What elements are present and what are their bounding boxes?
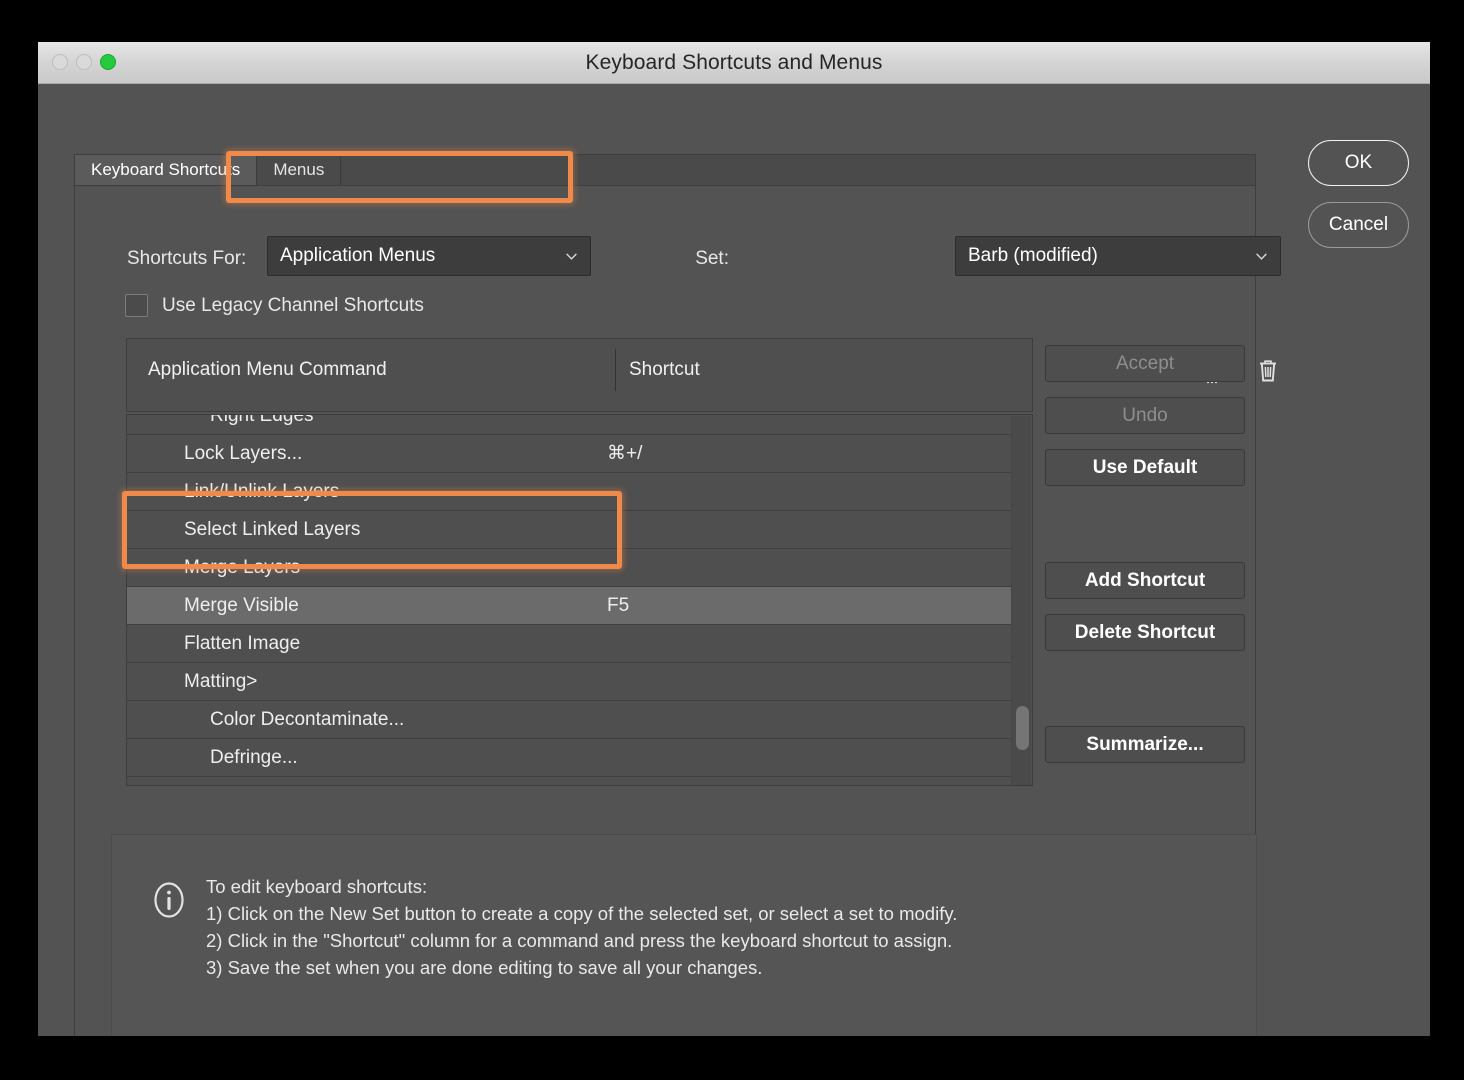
shortcut-list: Right Edges Lock Layers... ⌘+/ Link/Unlink … xyxy=(126,414,1033,786)
instruction-line: 1) Click on the New Set button to create… xyxy=(206,903,958,924)
close-button-icon[interactable] xyxy=(52,54,68,70)
tab-bar: Keyboard Shortcuts Menus xyxy=(74,154,1256,186)
table-row[interactable]: Right Edges xyxy=(127,414,1013,435)
command-cell: Merge Layers xyxy=(184,556,301,578)
command-cell: Right Edges xyxy=(210,414,314,426)
info-icon xyxy=(154,882,184,918)
use-default-button[interactable]: Use Default xyxy=(1045,449,1245,486)
table-row[interactable]: Lock Layers... ⌘+/ xyxy=(127,435,1013,473)
dialog-window: Keyboard Shortcuts and Menus Keyboard Sh… xyxy=(38,42,1430,1036)
command-cell: Select Linked Layers xyxy=(184,518,361,540)
column-header-shortcut[interactable]: Shortcut xyxy=(629,359,700,381)
shortcut-cell[interactable]: ⌘+/ xyxy=(607,442,642,465)
command-cell: Link/Unlink Layers xyxy=(184,480,340,502)
shortcut-list-body: Right Edges Lock Layers... ⌘+/ Link/Unlink … xyxy=(127,414,1013,777)
command-cell: Defringe... xyxy=(210,746,298,768)
table-row[interactable]: Link/Unlink Layers xyxy=(127,473,1013,511)
ok-button[interactable]: OK xyxy=(1308,140,1409,186)
instructions-text: To edit keyboard shortcuts: 1) Click on t… xyxy=(206,873,957,981)
delete-shortcut-button[interactable]: Delete Shortcut xyxy=(1045,614,1245,651)
add-shortcut-button[interactable]: Add Shortcut xyxy=(1045,562,1245,599)
zoom-button-icon[interactable] xyxy=(100,54,116,70)
list-scrollbar-track[interactable] xyxy=(1011,416,1031,785)
instructions-box: To edit keyboard shortcuts: 1) Click on t… xyxy=(111,834,1257,1036)
set-label: Set: xyxy=(695,248,729,269)
undo-button[interactable]: Undo xyxy=(1045,397,1245,434)
column-header-command[interactable]: Application Menu Command xyxy=(148,359,387,381)
screen: Keyboard Shortcuts and Menus Keyboard Sh… xyxy=(0,0,1464,1080)
window-title: Keyboard Shortcuts and Menus xyxy=(585,50,883,74)
chevron-down-icon xyxy=(1256,253,1267,260)
list-scrollbar-thumb[interactable] xyxy=(1016,706,1029,750)
table-row[interactable]: Merge Visible F5 xyxy=(127,587,1013,625)
command-cell: Lock Layers... xyxy=(184,442,303,464)
shortcuts-for-label: Shortcuts For: xyxy=(127,248,247,269)
dialog-body: Keyboard Shortcuts Menus Shortcuts For: … xyxy=(38,84,1430,1036)
table-row[interactable]: Flatten Image xyxy=(127,625,1013,663)
summarize-button[interactable]: Summarize... xyxy=(1045,726,1245,763)
table-row[interactable]: Color Decontaminate... xyxy=(127,701,1013,739)
command-cell: Flatten Image xyxy=(184,632,301,654)
delete-set-icon[interactable] xyxy=(1253,356,1283,386)
command-cell: Matting> xyxy=(184,670,258,692)
legacy-shortcuts-row[interactable]: Use Legacy Channel Shortcuts xyxy=(125,294,424,317)
instruction-line: 2) Click in the "Shortcut" column for a … xyxy=(206,930,953,951)
column-divider[interactable] xyxy=(615,349,616,391)
use-legacy-channel-shortcuts-label: Use Legacy Channel Shortcuts xyxy=(162,294,424,316)
tab-keyboard-shortcuts[interactable]: Keyboard Shortcuts xyxy=(75,155,258,185)
tab-menus[interactable]: Menus xyxy=(257,155,342,185)
table-header: Application Menu Command Shortcut xyxy=(126,338,1033,412)
shortcuts-for-dropdown[interactable]: Application Menus xyxy=(267,236,591,276)
keyboard-shortcuts-panel: Shortcuts For: Application Menus Set: Ba… xyxy=(74,186,1281,1036)
minimize-button-icon[interactable] xyxy=(76,54,92,70)
set-value: Barb (modified) xyxy=(968,245,1098,266)
shortcuts-for-value: Application Menus xyxy=(280,245,436,266)
window-titlebar: Keyboard Shortcuts and Menus xyxy=(38,42,1430,84)
traffic-light-group xyxy=(52,54,116,70)
table-row[interactable]: Select Linked Layers xyxy=(127,511,1013,549)
set-dropdown[interactable]: Barb (modified) xyxy=(955,236,1281,276)
instruction-line: To edit keyboard shortcuts: xyxy=(206,876,428,897)
shortcut-cell[interactable]: F5 xyxy=(607,595,629,617)
command-cell: Merge Visible xyxy=(184,594,299,616)
command-cell: Color Decontaminate... xyxy=(210,708,405,730)
table-row[interactable]: Merge Layers xyxy=(127,549,1013,587)
chevron-down-icon xyxy=(566,253,577,260)
table-row[interactable]: Defringe... xyxy=(127,739,1013,777)
accept-button[interactable]: Accept xyxy=(1045,345,1245,382)
use-legacy-channel-shortcuts-checkbox[interactable] xyxy=(125,294,148,317)
table-row[interactable]: Matting> xyxy=(127,663,1013,701)
cancel-button[interactable]: Cancel xyxy=(1308,202,1409,248)
instruction-line: 3) Save the set when you are done editin… xyxy=(206,957,763,978)
